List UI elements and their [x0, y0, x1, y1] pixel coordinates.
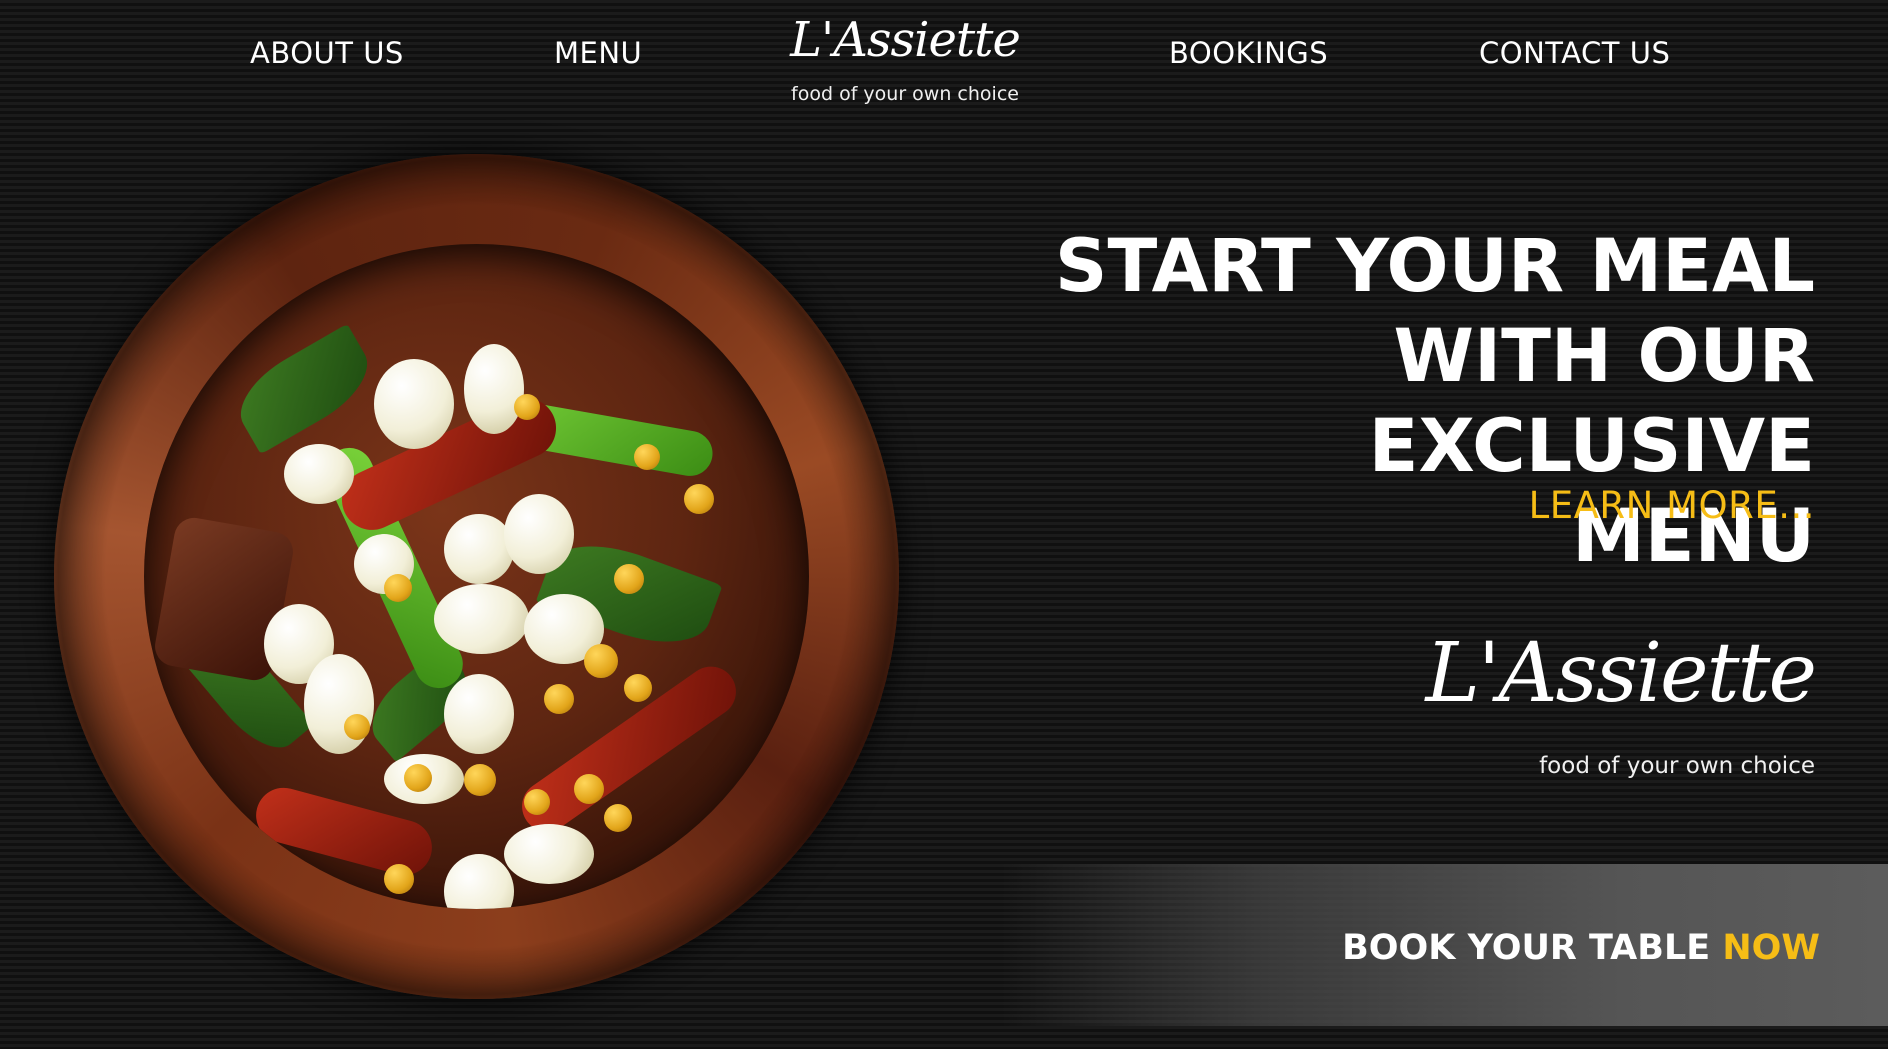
header-brand[interactable]: L'Assiette food of your own choice [780, 10, 1030, 105]
header-tagline: food of your own choice [791, 83, 1019, 105]
bowl-of-food-image [54, 154, 899, 999]
garlic-clove [434, 584, 529, 654]
hero-logo: L'Assiette [1425, 626, 1817, 721]
garlic-clove [444, 514, 514, 584]
nav-about-us[interactable]: ABOUT US [250, 36, 404, 70]
lentil [464, 764, 496, 796]
lentil [544, 684, 574, 714]
lentil [634, 444, 660, 470]
garlic-clove [464, 344, 524, 434]
book-table-button[interactable]: BOOK YOUR TABLE NOW [1342, 928, 1820, 968]
lentil [684, 484, 714, 514]
nav-contact-us[interactable]: CONTACT US [1479, 36, 1670, 70]
book-table-label: BOOK YOUR TABLE [1342, 928, 1711, 968]
hero-headline-line-1: START YOUR MEAL [1054, 224, 1815, 309]
header-logo[interactable]: L'Assiette [780, 10, 1030, 70]
nav-bookings[interactable]: BOOKINGS [1169, 36, 1328, 70]
lentil [584, 644, 618, 678]
hero-headline: START YOUR MEAL WITH OUR EXCLUSIVE MENU [955, 222, 1815, 582]
hero-headline-line-2: WITH OUR EXCLUSIVE [1368, 314, 1815, 489]
garlic-clove [374, 359, 454, 449]
nav-menu[interactable]: MENU [554, 36, 642, 70]
lentil [604, 804, 632, 832]
lentil [614, 564, 644, 594]
garlic-clove [444, 674, 514, 754]
garlic-clove [504, 494, 574, 574]
lentil [404, 764, 432, 792]
lentil [514, 394, 540, 420]
garlic-clove [444, 854, 514, 909]
learn-more-link[interactable]: LEARN MORE... [1529, 484, 1815, 527]
garlic-clove [304, 654, 374, 754]
bowl-contents [144, 244, 809, 909]
book-table-bar: BOOK YOUR TABLE NOW [1000, 864, 1888, 1026]
lentil [384, 574, 412, 602]
lentil [384, 864, 414, 894]
garlic-clove [284, 444, 354, 504]
garlic-clove [504, 824, 594, 884]
curry-leaf [225, 323, 383, 455]
lentil [574, 774, 604, 804]
lentil [624, 674, 652, 702]
book-table-accent: NOW [1722, 928, 1820, 968]
lentil [524, 789, 550, 815]
hero-tagline: food of your own choice [1539, 753, 1815, 779]
lentil [344, 714, 370, 740]
